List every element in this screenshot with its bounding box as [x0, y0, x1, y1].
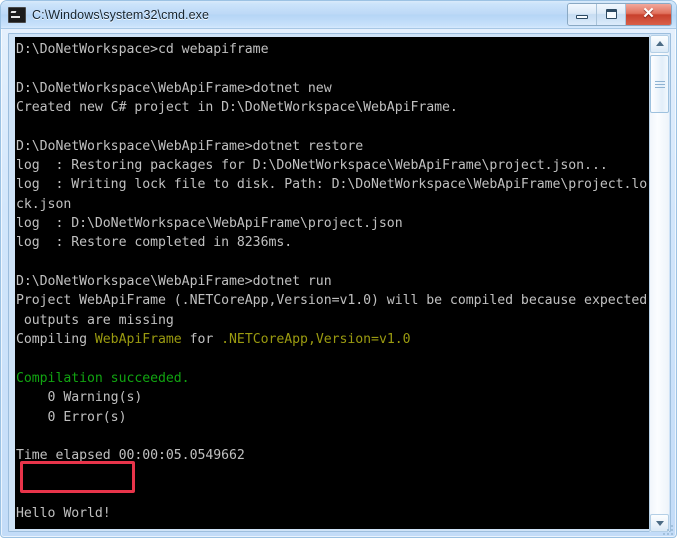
minimize-icon	[576, 15, 588, 19]
window-controls: ✕	[567, 3, 672, 26]
console-text-segment: log : Restore completed in 8236ms.	[16, 235, 293, 251]
console-text-segment: ck.json	[16, 196, 72, 212]
console-text-segment: D:\DoNetWorkspace\WebApiFrame>dotnet new	[16, 80, 332, 96]
console-text-segment: D:\DoNetWorkspace\WebApiFrame>dotnet run	[16, 274, 332, 290]
console-scrollbar[interactable]	[649, 35, 669, 532]
console-text-segment: Compiling	[16, 332, 95, 348]
console-text-segment: .NETCoreApp,Version=v1.0	[221, 332, 411, 348]
console-line: 0 Warning(s)	[16, 388, 648, 407]
console-client-area: D:\DoNetWorkspace>cd webapiframe D:\DoNet…	[8, 33, 671, 532]
cmd-window: C:\Windows\system32\cmd.exe ✕ D:\DoNetWo…	[0, 0, 677, 538]
console-line: log : Restore completed in 8236ms.	[16, 233, 648, 252]
console-text-segment: log : Writing lock file to disk. Path: D…	[16, 177, 648, 193]
console-text-segment: Created new C# project in D:\DoNetWorksp…	[16, 100, 458, 116]
minimize-button[interactable]	[568, 4, 597, 25]
maximize-button[interactable]	[597, 4, 626, 25]
console-line: log : Restoring packages for D:\DoNetWor…	[16, 156, 648, 175]
thumb-grip-line	[655, 87, 665, 88]
console-text-segment: outputs are missing	[16, 312, 174, 328]
console-line: D:\DoNetWorkspace\WebApiFrame>dotnet run	[16, 272, 648, 291]
console-text-segment: WebApiFrame	[94, 332, 182, 348]
console-line: D:\DoNetWorkspace\WebApiFrame>dotnet new	[16, 79, 648, 98]
console-text-segment: Time elapsed 00:00:05.0549662	[16, 448, 245, 464]
console-line: Created new C# project in D:\DoNetWorksp…	[16, 98, 648, 117]
console-line: Compilation succeeded.	[16, 369, 648, 388]
console-line: ck.json	[16, 195, 648, 214]
title-bar[interactable]: C:\Windows\system32\cmd.exe ✕	[1, 1, 676, 29]
console-output: D:\DoNetWorkspace>cd webapiframe D:\DoNet…	[16, 40, 648, 529]
console-text-segment: 0 Warning(s)	[16, 390, 143, 406]
console-line: Hello World!	[16, 504, 648, 523]
console-line: log : D:\DoNetWorkspace\WebApiFrame\proj…	[16, 214, 648, 233]
scroll-up-arrow-icon	[655, 41, 664, 46]
console-text-segment: 0 Error(s)	[16, 409, 127, 425]
console-screen[interactable]: D:\DoNetWorkspace>cd webapiframe D:\DoNet…	[15, 37, 649, 529]
scroll-up-button[interactable]	[650, 35, 669, 53]
close-button[interactable]: ✕	[626, 4, 671, 25]
console-text-segment: log : Restoring packages for D:\DoNetWor…	[16, 158, 608, 174]
title-bar-left-group: C:\Windows\system32\cmd.exe	[8, 1, 209, 29]
console-line: 0 Error(s)	[16, 408, 648, 427]
console-text-segment: Project WebApiFrame (.NETCoreApp,Version…	[16, 293, 648, 309]
maximize-icon	[606, 9, 617, 19]
console-line: Compiling WebApiFrame for .NETCoreApp,Ve…	[16, 330, 648, 349]
thumb-grip-line	[655, 81, 665, 82]
close-icon: ✕	[642, 6, 655, 22]
window-title: C:\Windows\system32\cmd.exe	[32, 8, 210, 22]
cmd-console-icon	[8, 7, 26, 23]
console-line: Time elapsed 00:00:05.0549662	[16, 446, 648, 465]
console-line: outputs are missing	[16, 311, 648, 330]
console-line: log : Writing lock file to disk. Path: D…	[16, 175, 648, 194]
console-line: D:\DoNetWorkspace\WebApiFrame>dotnet res…	[16, 137, 648, 156]
thumb-grip-line	[655, 84, 665, 85]
console-text-segment: D:\DoNetWorkspace\WebApiFrame>dotnet res…	[16, 138, 364, 154]
console-text-segment: Hello World!	[16, 506, 111, 522]
resize-gripper[interactable]	[661, 523, 673, 535]
console-text-segment: for	[181, 332, 222, 348]
console-line: Project WebApiFrame (.NETCoreApp,Version…	[16, 291, 648, 310]
console-text-segment: Compilation succeeded.	[16, 370, 190, 386]
console-text-segment: D:\DoNetWorkspace>cd webapiframe	[16, 42, 269, 57]
console-line: D:\DoNetWorkspace>cd webapiframe	[16, 40, 648, 59]
console-text-segment: log : D:\DoNetWorkspace\WebApiFrame\proj…	[16, 216, 403, 232]
scrollbar-thumb[interactable]	[650, 55, 669, 113]
